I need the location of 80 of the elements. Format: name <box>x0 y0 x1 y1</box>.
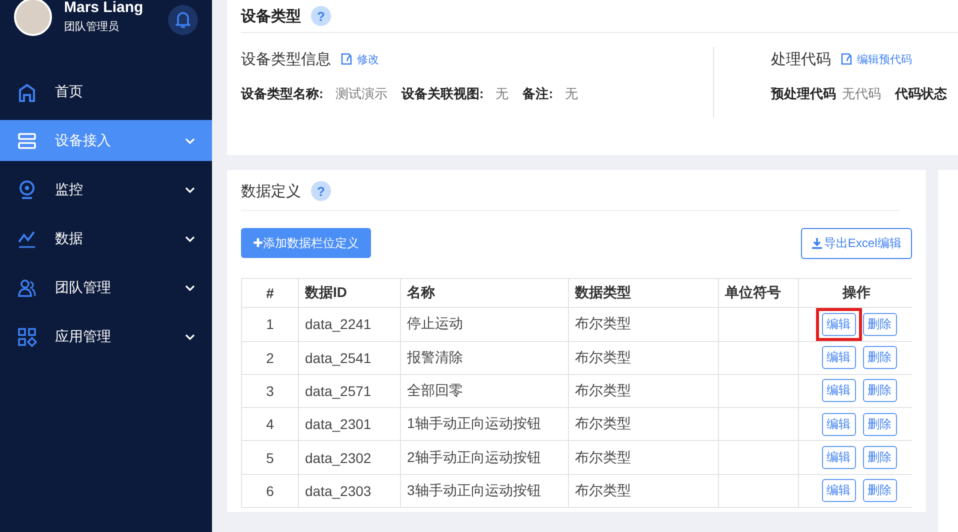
section-title: 数据定义 <box>241 182 301 200</box>
table-cell: data_2301 <box>298 408 400 441</box>
edit-link[interactable]: 编辑预代码 <box>841 52 912 66</box>
table-cell: 1 <box>242 308 298 342</box>
delete-button[interactable]: 删除 <box>862 412 896 436</box>
table-cell: 布尔类型 <box>568 341 718 374</box>
delete-button[interactable]: 删除 <box>862 312 896 336</box>
grid-icon <box>17 326 37 346</box>
field-value: 测试演示 <box>335 86 388 101</box>
nav-item[interactable]: 首页 <box>0 71 212 112</box>
help-icon[interactable]: ? <box>311 181 331 201</box>
edit-button[interactable]: 编辑 <box>822 446 856 470</box>
subsection-title: 处理代码 <box>771 50 831 68</box>
table-cell: 布尔类型 <box>568 408 718 441</box>
column-header: 单位符号 <box>718 278 798 308</box>
table-cell: 布尔类型 <box>568 474 718 508</box>
table-cell: 6 <box>242 474 298 508</box>
table-cell: 1轴手动正向运动按钮 <box>400 408 568 441</box>
delete-button[interactable]: 删除 <box>862 479 896 502</box>
table-cell: 布尔类型 <box>568 440 718 474</box>
field-label: 预处理代码 <box>771 86 836 101</box>
delete-button[interactable]: 删除 <box>862 346 896 370</box>
table-cell: 停止运动 <box>400 308 568 342</box>
table-cell: data_2571 <box>298 374 400 408</box>
export-button[interactable]: 导出Excel编辑 <box>800 228 912 259</box>
column-header: 操作 <box>798 278 912 308</box>
table-cell: 4 <box>242 408 298 441</box>
nav-item[interactable]: 团队管理 <box>0 267 212 308</box>
field-label: 备注: <box>522 86 554 101</box>
bell-icon[interactable] <box>168 5 198 35</box>
delete-button[interactable]: 删除 <box>862 446 896 470</box>
house-icon <box>17 82 37 102</box>
nav-item[interactable]: 设备接入 <box>0 120 212 161</box>
table-cell: 5 <box>242 440 298 474</box>
table-cell: 全部回零 <box>400 374 568 408</box>
line-chart-icon <box>17 228 37 248</box>
download-icon <box>812 238 822 249</box>
edit-button[interactable]: 编辑 <box>822 346 856 370</box>
table-cell: 布尔类型 <box>568 308 718 342</box>
field-label: 设备类型名称: <box>241 86 324 101</box>
column-header: # <box>242 278 298 308</box>
table-cell: 2 <box>242 341 298 374</box>
webcam-icon <box>17 180 37 200</box>
add-field-button[interactable]: ✚添加数据栏位定义 <box>241 228 372 258</box>
table-cell: data_2541 <box>298 341 400 374</box>
field-label: 代码状态 <box>895 86 947 101</box>
edit-icon <box>841 53 852 65</box>
field-label: 设备关联视图: <box>401 86 484 101</box>
table-cell: 报警清除 <box>400 341 568 374</box>
server-icon <box>17 130 37 150</box>
column-header: 名称 <box>400 278 568 308</box>
user-role: 团队管理员 <box>64 20 120 34</box>
subsection-title: 设备类型信息 <box>241 50 331 68</box>
table-cell: 3 <box>242 374 298 408</box>
nav-item[interactable]: 数据 <box>0 218 212 259</box>
field-value: 无 <box>496 86 509 101</box>
delete-button[interactable]: 删除 <box>862 379 896 402</box>
edit-button[interactable]: 编辑 <box>822 412 856 436</box>
edit-link[interactable]: 修改 <box>341 52 379 66</box>
field-value: 无代码 <box>842 86 881 101</box>
table-cell: data_2241 <box>298 308 400 342</box>
edit-button[interactable]: 编辑 <box>822 312 856 336</box>
table-cell: 3轴手动正向运动按钮 <box>400 474 568 508</box>
column-header: 数据ID <box>298 278 400 308</box>
nav-item[interactable]: 应用管理 <box>0 316 212 357</box>
column-header: 数据类型 <box>568 278 718 308</box>
section-title: 设备类型 <box>241 6 301 26</box>
edit-icon <box>341 53 352 65</box>
avatar <box>14 0 52 36</box>
help-icon[interactable]: ? <box>311 6 331 26</box>
people-icon <box>17 278 37 298</box>
table-cell: data_2303 <box>298 474 400 508</box>
field-value: 无 <box>565 86 578 101</box>
table-cell: 2轴手动正向运动按钮 <box>400 440 568 474</box>
edit-button[interactable]: 编辑 <box>822 379 856 402</box>
edit-button[interactable]: 编辑 <box>822 479 856 502</box>
user-name: Mars Liang <box>64 0 144 16</box>
table-cell: 布尔类型 <box>568 374 718 408</box>
table-cell: data_2302 <box>298 440 400 474</box>
nav-item[interactable]: 监控 <box>0 169 212 210</box>
